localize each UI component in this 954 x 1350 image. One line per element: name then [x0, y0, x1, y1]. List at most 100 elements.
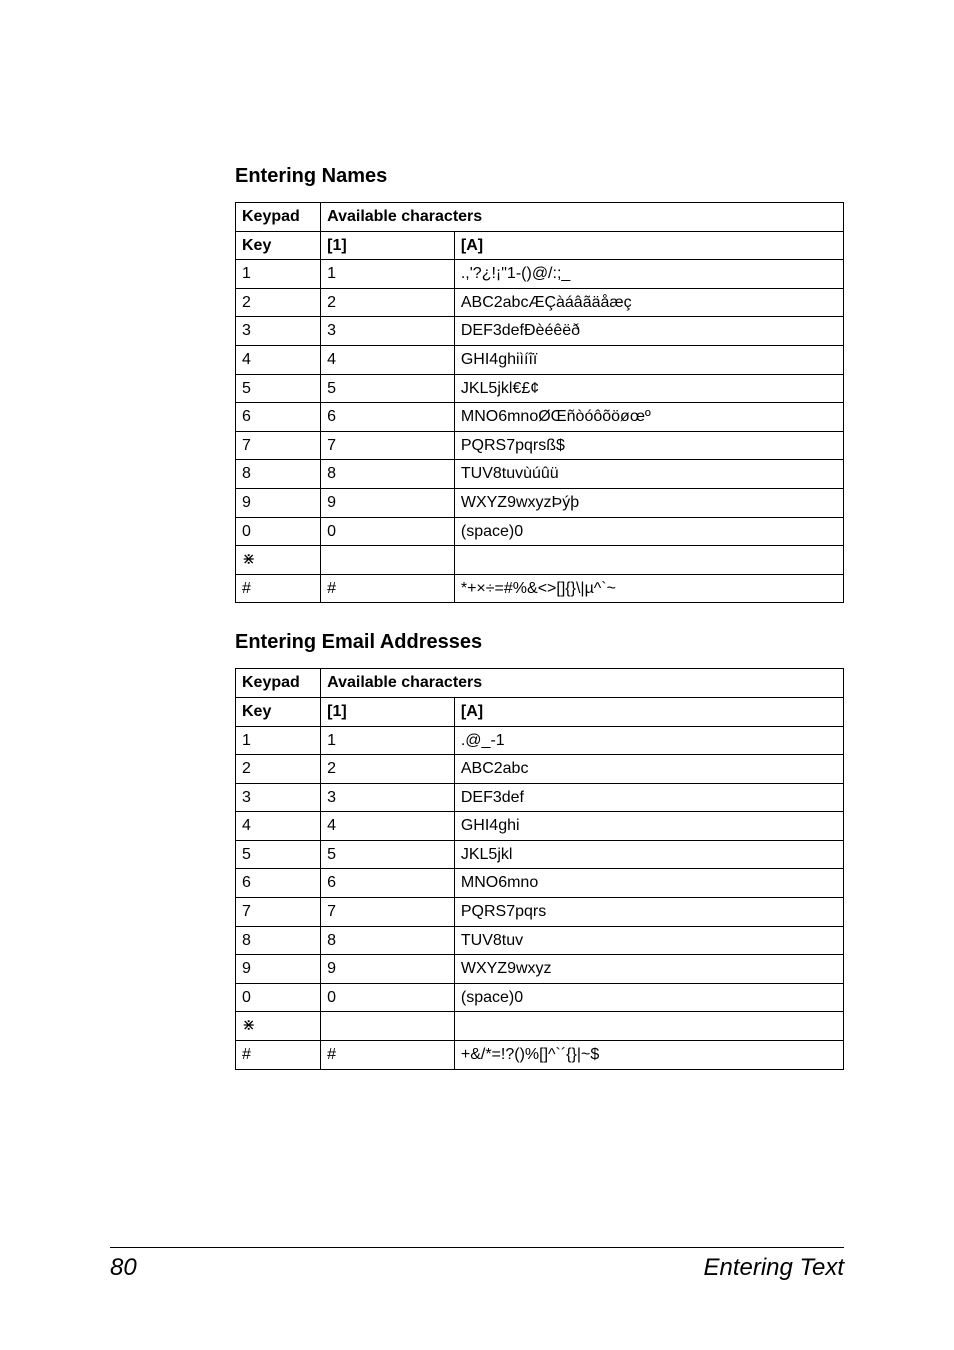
cell-mode-a: DEF3defÐèéêëð	[454, 317, 843, 346]
table-row: 00(space)0	[236, 517, 844, 546]
cell-key: #	[236, 1041, 321, 1070]
table-row: ⋇	[236, 546, 844, 575]
cell-key: 4	[236, 812, 321, 841]
cell-mode-a: PQRS7pqrs	[454, 898, 843, 927]
cell-key: 4	[236, 345, 321, 374]
cell-mode-1: 6	[321, 869, 455, 898]
header-keypad: Keypad	[236, 669, 321, 698]
header-mode-1: [1]	[321, 231, 455, 260]
cell-mode-1: 1	[321, 260, 455, 289]
cell-mode-a: JKL5jkl€£¢	[454, 374, 843, 403]
cell-key: 8	[236, 460, 321, 489]
cell-mode-1: 4	[321, 345, 455, 374]
table-row: ⋇	[236, 1012, 844, 1041]
table-row: 33DEF3def	[236, 783, 844, 812]
cell-mode-a: .@_-1	[454, 726, 843, 755]
cell-mode-1: 5	[321, 840, 455, 869]
table-row: 44GHI4ghi	[236, 812, 844, 841]
table-row: 55JKL5jkl	[236, 840, 844, 869]
cell-key: 9	[236, 488, 321, 517]
cell-mode-a: PQRS7pqrsß$	[454, 431, 843, 460]
cell-key: 5	[236, 374, 321, 403]
cell-mode-1: #	[321, 574, 455, 603]
header-key: Key	[236, 231, 321, 260]
section-title: Entering Text	[703, 1254, 844, 1282]
table-entering-names: Keypad Available characters Key [1] [A] …	[235, 202, 844, 603]
cell-mode-a: ABC2abcÆÇàáâãäåæç	[454, 288, 843, 317]
table-row: 77PQRS7pqrs	[236, 898, 844, 927]
cell-key: 3	[236, 783, 321, 812]
table-row: Key [1] [A]	[236, 697, 844, 726]
cell-mode-1: 0	[321, 983, 455, 1012]
cell-mode-1: 9	[321, 488, 455, 517]
cell-mode-a: JKL5jkl	[454, 840, 843, 869]
cell-mode-1: #	[321, 1041, 455, 1070]
table-row: 99WXYZ9wxyzÞýþ	[236, 488, 844, 517]
cell-key: 6	[236, 403, 321, 432]
cell-mode-a: +&/*=!?()%[]^`´{}|~$	[454, 1041, 843, 1070]
table-entering-emails: Keypad Available characters Key [1] [A] …	[235, 668, 844, 1069]
cell-key: ⋇	[236, 546, 321, 575]
cell-key: 0	[236, 517, 321, 546]
table-row: 22ABC2abcÆÇàáâãäåæç	[236, 288, 844, 317]
cell-mode-a	[454, 1012, 843, 1041]
cell-mode-a: *+×÷=#%&<>[]{}\|µ^`~	[454, 574, 843, 603]
cell-mode-1: 8	[321, 460, 455, 489]
table-row: 11.,'?¿!¡"1-()@/:;_	[236, 260, 844, 289]
table-row: 77PQRS7pqrsß$	[236, 431, 844, 460]
header-mode-1: [1]	[321, 697, 455, 726]
cell-key: 2	[236, 288, 321, 317]
table-row: 88TUV8tuvùúûü	[236, 460, 844, 489]
header-mode-a: [A]	[454, 697, 843, 726]
cell-key: 0	[236, 983, 321, 1012]
cell-key: 8	[236, 926, 321, 955]
table-row: ##+&/*=!?()%[]^`´{}|~$	[236, 1041, 844, 1070]
cell-mode-a: GHI4ghi	[454, 812, 843, 841]
header-available: Available characters	[321, 203, 844, 232]
header-key: Key	[236, 697, 321, 726]
cell-mode-a: MNO6mnoØŒñòóôõöøœº	[454, 403, 843, 432]
cell-mode-a: GHI4ghiìíîï	[454, 345, 843, 374]
cell-mode-a: .,'?¿!¡"1-()@/:;_	[454, 260, 843, 289]
table-row: Key [1] [A]	[236, 231, 844, 260]
table-row: 00(space)0	[236, 983, 844, 1012]
cell-mode-a: (space)0	[454, 517, 843, 546]
page-footer: 80 Entering Text	[110, 1247, 844, 1282]
cell-key: #	[236, 574, 321, 603]
cell-key: 5	[236, 840, 321, 869]
table-row: 66MNO6mnoØŒñòóôõöøœº	[236, 403, 844, 432]
table-row: 66MNO6mno	[236, 869, 844, 898]
cell-key: 7	[236, 431, 321, 460]
cell-key: 1	[236, 260, 321, 289]
cell-mode-1: 9	[321, 955, 455, 984]
table-row: 11.@_-1	[236, 726, 844, 755]
cell-key: 6	[236, 869, 321, 898]
heading-entering-names: Entering Names	[235, 165, 844, 188]
cell-key: 7	[236, 898, 321, 927]
table-row: 44GHI4ghiìíîï	[236, 345, 844, 374]
cell-key: 2	[236, 755, 321, 784]
cell-mode-1	[321, 546, 455, 575]
cell-mode-1: 0	[321, 517, 455, 546]
cell-mode-1: 4	[321, 812, 455, 841]
cell-mode-1: 2	[321, 288, 455, 317]
cell-mode-1: 5	[321, 374, 455, 403]
page: Entering Names Keypad Available characte…	[0, 0, 954, 1350]
cell-mode-a	[454, 546, 843, 575]
table-row: 55JKL5jkl€£¢	[236, 374, 844, 403]
header-mode-a: [A]	[454, 231, 843, 260]
cell-mode-1: 8	[321, 926, 455, 955]
cell-mode-1: 6	[321, 403, 455, 432]
table-row: Keypad Available characters	[236, 669, 844, 698]
cell-mode-a: TUV8tuv	[454, 926, 843, 955]
cell-mode-a: MNO6mno	[454, 869, 843, 898]
table-row: 99WXYZ9wxyz	[236, 955, 844, 984]
cell-mode-a: WXYZ9wxyz	[454, 955, 843, 984]
footer-rule	[110, 1247, 844, 1248]
cell-mode-1: 1	[321, 726, 455, 755]
cell-mode-a: TUV8tuvùúûü	[454, 460, 843, 489]
cell-key: 9	[236, 955, 321, 984]
table-row: 22ABC2abc	[236, 755, 844, 784]
cell-mode-1	[321, 1012, 455, 1041]
cell-mode-1: 7	[321, 898, 455, 927]
